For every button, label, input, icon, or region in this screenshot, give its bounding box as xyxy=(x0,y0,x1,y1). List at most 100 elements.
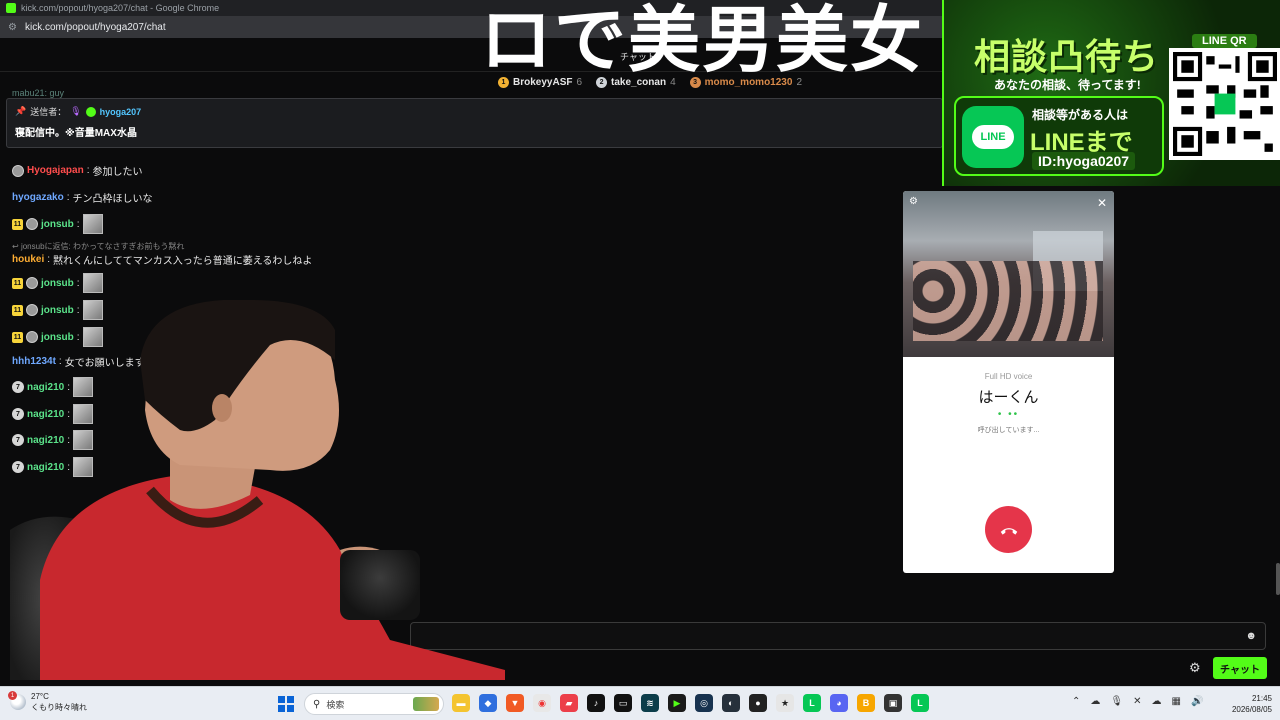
cloud-icon[interactable]: ☁ xyxy=(1090,696,1100,707)
verified-icon xyxy=(85,106,96,117)
sub-badge: 11 xyxy=(12,331,23,343)
banner-title: 相談凸待ち xyxy=(974,37,1160,78)
chat-username[interactable]: jonsub xyxy=(41,278,74,289)
chat-username[interactable]: houkei xyxy=(12,254,44,265)
chat-username[interactable]: hhh1234t xyxy=(12,356,56,367)
phone-hangup-icon xyxy=(1000,527,1017,535)
weather-text: くもり時々晴れ xyxy=(31,703,87,712)
banner-subtitle: あなたの相談、待ってます! xyxy=(994,78,1141,92)
chat-message: 7 nagi210 : xyxy=(12,430,94,450)
chat-username[interactable]: jonsub xyxy=(41,305,74,316)
caller-photo xyxy=(903,191,1114,357)
emote-image xyxy=(82,300,103,320)
discord-icon[interactable]: ◕ xyxy=(830,694,848,712)
chat-username[interactable]: nagi210 xyxy=(27,409,64,420)
chat-message: 11 jonsub : xyxy=(12,214,103,234)
overlay-title: ロで美男美女 xyxy=(480,0,925,82)
app-icon[interactable]: ◐ xyxy=(722,694,740,712)
chat-username[interactable]: hyogazako xyxy=(12,192,64,203)
search-highlight-icon xyxy=(413,697,439,711)
app-icon[interactable]: B xyxy=(857,694,875,712)
app-icon[interactable]: ≋ xyxy=(641,694,659,712)
qr-label: LINE QR xyxy=(1192,34,1257,48)
partial-message: mabu21: guy xyxy=(12,88,65,98)
app-icon[interactable]: ▰ xyxy=(560,694,578,712)
chat-username[interactable]: Hyogajapan xyxy=(27,165,84,176)
chat-username[interactable]: jonsub xyxy=(41,332,74,343)
obs-icon[interactable]: ● xyxy=(749,694,767,712)
start-button[interactable] xyxy=(278,696,294,712)
chat-settings-icon[interactable]: ⚙ xyxy=(1189,660,1201,676)
line-text-1: 相談等がある人は xyxy=(1032,108,1129,122)
rank-badge: 7 xyxy=(12,434,24,446)
pinned-label: 送信者： xyxy=(30,107,67,117)
broadcaster-mic-icon: 🎙 xyxy=(70,106,82,116)
rank-badge: 7 xyxy=(12,461,24,473)
search-icon: ⚲ xyxy=(313,698,321,710)
store-icon[interactable]: ◆ xyxy=(479,694,497,712)
user-avatar xyxy=(26,277,38,289)
line-logo-text: LINE xyxy=(972,125,1014,149)
chat-input-box[interactable]: ☻ xyxy=(410,622,1266,650)
pin-icon: 📌 xyxy=(15,106,27,116)
emote-image xyxy=(73,457,94,477)
onedrive-icon[interactable]: ☁ xyxy=(1151,696,1161,707)
line-id: ID:hyoga0207 xyxy=(1032,152,1136,170)
chat-text: チン凸枠ほしいな xyxy=(72,194,153,205)
line-icon[interactable]: L xyxy=(803,694,821,712)
chat-input[interactable] xyxy=(411,623,1231,649)
close-icon[interactable]: ✕ xyxy=(1133,696,1141,707)
call-settings-icon[interactable]: ⚙ xyxy=(909,196,918,207)
scrollbar[interactable] xyxy=(1276,563,1280,595)
system-tray: ⌃ ☁ 🎙 ✕ ☁ ▦ 🔊 xyxy=(1072,696,1203,707)
chat-username[interactable]: jonsub xyxy=(41,219,74,230)
app-icon[interactable]: ▣ xyxy=(884,694,902,712)
pinned-user[interactable]: hyoga207 xyxy=(100,107,142,117)
site-info-icon[interactable]: ⚙ xyxy=(8,22,17,33)
emoji-icon[interactable]: ☻ xyxy=(1245,630,1257,642)
url-text[interactable]: kick.com/popout/hyoga207/chat xyxy=(25,22,166,33)
pinned-message[interactable]: 📌 送信者： 🎙 hyoga207 寝配信中。※音量MAX水晶 xyxy=(6,98,943,148)
line-icon[interactable]: L xyxy=(911,694,929,712)
date: 2026/08/05 xyxy=(1231,705,1272,714)
send-chat-button[interactable]: チャット xyxy=(1213,657,1267,679)
chat-username[interactable]: nagi210 xyxy=(27,435,64,446)
brave-icon[interactable]: ▼ xyxy=(506,694,524,712)
window-title: kick.com/popout/hyoga207/chat - Google C… xyxy=(21,3,220,13)
reply-icon: ↩ xyxy=(12,242,19,251)
rank-badge: 7 xyxy=(12,408,24,420)
reply-context[interactable]: ↩ jonsubに返信: わかってなさすぎお前もう黙れ xyxy=(12,241,184,252)
user-avatar xyxy=(26,218,38,230)
chat-message: Hyogajapan : 参加したい xyxy=(12,163,142,178)
calling-dots-icon: • •• xyxy=(997,409,1020,420)
screen: kick.com/popout/hyoga207/chat - Google C… xyxy=(0,0,1280,720)
steam-icon[interactable]: ◎ xyxy=(695,694,713,712)
chat-username[interactable]: nagi210 xyxy=(27,382,64,393)
chevron-up-icon[interactable]: ⌃ xyxy=(1072,696,1080,707)
app-icon[interactable]: ★ xyxy=(776,694,794,712)
network-icon[interactable]: ▦ xyxy=(1171,696,1180,707)
line-banner: 相談凸待ち あなたの相談、待ってます! LINE QR LINE 相談等がある人… xyxy=(942,0,1280,186)
weather-widget[interactable]: 1 27°C くもり時々晴れ xyxy=(8,691,87,713)
capcut-icon[interactable]: ▭ xyxy=(614,694,632,712)
cloud-icon: 1 xyxy=(8,691,26,710)
kick-icon[interactable]: ▶ xyxy=(668,694,686,712)
chrome-icon[interactable]: ◉ xyxy=(533,694,551,712)
call-status: 呼び出しています... xyxy=(977,427,1040,434)
chat-message: 7 nagi210 : xyxy=(12,457,94,477)
hangup-button[interactable] xyxy=(985,506,1032,553)
time: 21:45 xyxy=(1251,694,1272,703)
emote-image xyxy=(82,273,103,293)
tiktok-icon[interactable]: ♪ xyxy=(587,694,605,712)
taskbar-search[interactable]: ⚲ 検索 xyxy=(304,693,444,715)
temperature: 27°C xyxy=(31,692,49,701)
chat-message: hyogazako : チン凸枠ほしいな xyxy=(12,192,153,205)
file-explorer-icon[interactable]: ▬ xyxy=(452,694,470,712)
microphone-icon[interactable]: 🎙 xyxy=(1110,696,1123,707)
volume-icon[interactable]: 🔊 xyxy=(1191,696,1203,707)
clock[interactable]: 21:45 2026/08/05 xyxy=(1224,693,1272,715)
close-icon[interactable]: ✕ xyxy=(1097,196,1107,210)
chat-username[interactable]: nagi210 xyxy=(27,462,64,473)
chat-message: hhh1234t : 女でお願いします xyxy=(12,356,145,369)
sub-badge: 11 xyxy=(12,277,23,289)
